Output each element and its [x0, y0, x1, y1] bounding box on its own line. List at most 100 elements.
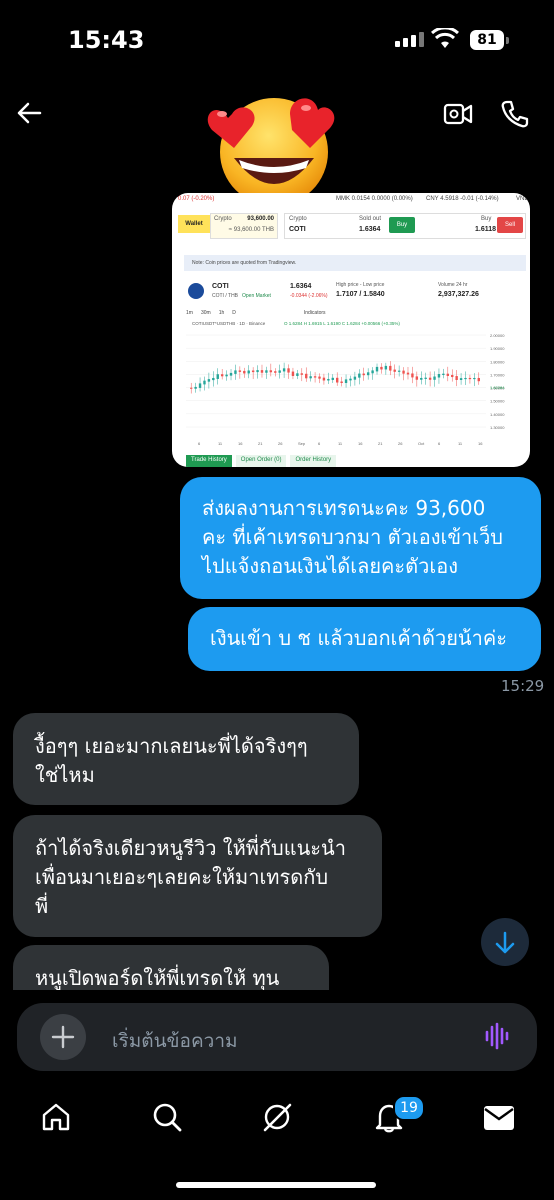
candle [446, 373, 450, 376]
candle [477, 377, 480, 382]
message-outgoing[interactable]: เงินเข้า บ ช แล้วบอกเค้าด้วยน้าค่ะ [188, 607, 541, 671]
ticker-item: VND [516, 196, 529, 202]
status-time: 15:43 [68, 26, 145, 54]
search-icon[interactable] [151, 1101, 183, 1133]
x-tick-label: Sep [298, 441, 306, 446]
x-tick-label: 21 [378, 441, 383, 446]
current-price-tag: 1.62284 [490, 385, 505, 390]
crypto-label: Crypto [289, 216, 307, 222]
coin-title: COTI [212, 283, 229, 290]
candle [313, 376, 317, 378]
arrow-down-icon [495, 931, 515, 954]
candle [243, 370, 246, 374]
y-tick-label: 1.40000 [490, 412, 505, 417]
candle [260, 370, 264, 373]
shared-trading-screenshot[interactable]: 0.07 (-0.20%) MMK 0.0154 0.0000 (0.00%) … [172, 193, 530, 467]
scroll-to-bottom-button[interactable] [481, 918, 529, 966]
buy-button: Buy [389, 217, 415, 233]
add-attachment-button[interactable] [40, 1014, 86, 1060]
notifications-badge: 19 [393, 1095, 425, 1121]
candle [344, 379, 348, 383]
candle [415, 376, 419, 380]
candle [353, 376, 357, 380]
pair-label: COTI / THB [212, 293, 239, 299]
home-icon[interactable] [40, 1101, 72, 1133]
grok-icon[interactable] [261, 1101, 293, 1133]
trade-box: Crypto COTI Sold out 1.6364 Buy Buy 1.61… [284, 213, 526, 239]
tab-open-order: Open Order (0) [235, 455, 287, 467]
candle [459, 378, 463, 380]
sold-out-value: 1.6364 [359, 226, 381, 233]
candle [322, 377, 326, 381]
timeframe-row: 1m 30m 1h D Indicators [186, 310, 326, 318]
message-line: คะ ที่เค้าเทรดบวกมา ตัวเองเข้าเว็บ [202, 525, 503, 549]
heart-eyes-emoji-avatar [207, 98, 335, 206]
order-tabs: Trade History Open Order (0) Order Histo… [186, 455, 337, 467]
market-status: Open Market [242, 293, 271, 299]
message-incoming[interactable]: งื้อๆๆ เยอะมากเลยนะพี่ได้จริงๆๆ ใช่ไหม [13, 713, 359, 805]
current-price: 1.6364 [290, 283, 312, 290]
candle [451, 374, 454, 378]
coti-logo-icon [188, 283, 204, 299]
plus-icon [51, 1025, 75, 1049]
candle [389, 365, 392, 371]
message-incoming[interactable]: ถ้าได้จริงเดียวหนูรีวิว ให้พี่กับแนะนำ เ… [13, 815, 382, 937]
video-call-icon[interactable] [443, 101, 473, 127]
phone-call-icon[interactable] [500, 99, 530, 129]
candle [455, 376, 458, 380]
candle [358, 373, 361, 378]
battery-indicator: 81 [470, 30, 504, 50]
candle [247, 370, 250, 374]
thb-amount: ≈ 93,600.00 THB [228, 227, 274, 233]
candle [300, 373, 304, 375]
messages-envelope-icon[interactable] [483, 1105, 515, 1131]
y-tick-label: 1.70000 [490, 372, 505, 377]
back-arrow-icon[interactable] [16, 100, 42, 126]
candle [437, 374, 441, 378]
message-clip: หนูเปิดพอร์ดให้พี่เทรดให้ ทุน [0, 945, 554, 990]
message-line: หนูเปิดพอร์ดให้พี่เทรดให้ ทุน [35, 966, 280, 990]
candle [265, 370, 268, 373]
candle [229, 372, 233, 376]
wifi-icon [431, 28, 459, 48]
candle [366, 372, 370, 376]
candle [296, 373, 299, 376]
candle [278, 370, 281, 373]
candle [420, 377, 423, 380]
x-tick-label: 11 [458, 441, 463, 446]
note-banner: Note: Coin prices are quoted from Tradin… [184, 255, 526, 271]
sold-out-label: Sold out [359, 216, 382, 222]
timeframe-d: D [232, 310, 236, 316]
x-tick-label: 26 [278, 441, 283, 446]
buy-label: Buy [481, 216, 492, 222]
y-tick-label: 1.30000 [490, 425, 505, 430]
candle [318, 376, 321, 379]
candle [216, 374, 219, 379]
home-indicator [176, 1182, 376, 1188]
candle [331, 377, 334, 380]
message-outgoing[interactable]: ส่งผลงานการเทรดนะคะ 93,600 คะ ที่เค้าเทร… [180, 477, 541, 599]
message-input[interactable]: เริ่มต้นข้อความ [112, 1026, 238, 1056]
volume-value: 2,937,327.26 [438, 291, 479, 298]
candle [468, 377, 472, 380]
ticker-strip: 0.07 (-0.20%) MMK 0.0154 0.0000 (0.00%) … [172, 193, 530, 207]
candle [194, 386, 197, 389]
price-change: -0.0344 (-2.06%) [290, 293, 328, 299]
candle [198, 383, 202, 388]
x-tick-label: 11 [218, 441, 223, 446]
crypto-label: Crypto [214, 216, 232, 222]
voice-message-icon[interactable] [484, 1022, 512, 1050]
candle [371, 370, 374, 374]
ticker-item: 0.07 (-0.20%) [178, 196, 215, 202]
timeframe-1h: 1h [218, 310, 225, 316]
candle [384, 365, 388, 370]
message-line: เงินเข้า บ ช แล้วบอกเค้าด้วยน้าค่ะ [210, 626, 507, 650]
y-tick-label: 1.90000 [490, 346, 505, 351]
x-tick-label: Oct [418, 441, 425, 446]
chart-title: COTIUSDT*USDTHB · 1D · Binance [192, 321, 266, 326]
crypto-amount: 93,600.00 [247, 216, 274, 222]
message-line: ใช่ไหม [35, 763, 95, 787]
candle [393, 369, 396, 372]
crypto-balance-box: Crypto 93,600.00 ≈ 93,600.00 THB [210, 213, 278, 239]
message-incoming[interactable]: หนูเปิดพอร์ดให้พี่เทรดให้ ทุน [13, 945, 329, 990]
